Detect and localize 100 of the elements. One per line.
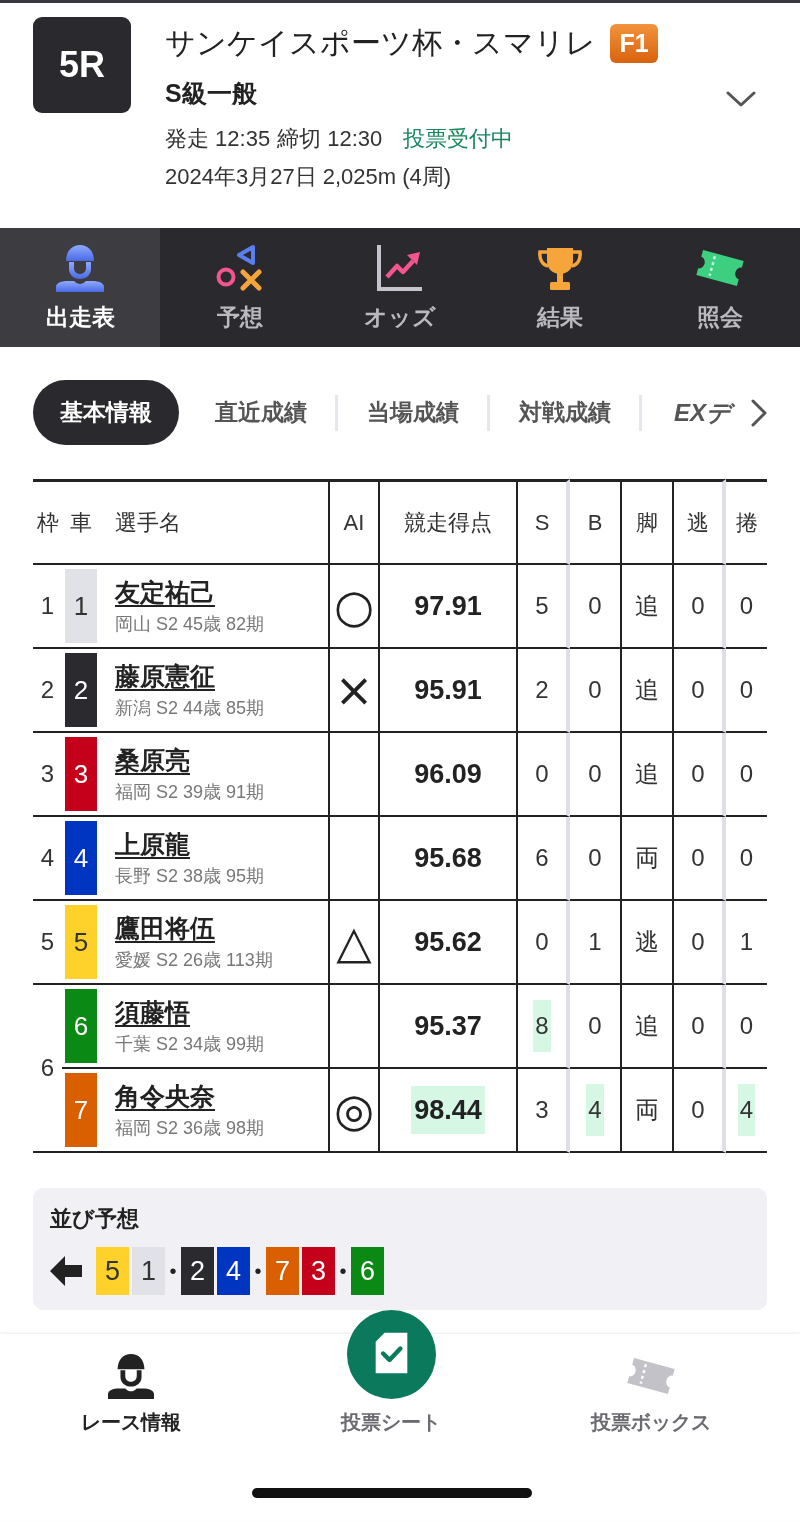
leg-style: 逃 — [634, 927, 660, 957]
frame-number: 3 — [40, 760, 55, 787]
ticket-icon — [696, 249, 744, 287]
car-number-tile: 1 — [65, 569, 97, 643]
stat-value: 0 — [690, 927, 706, 957]
arrow-left-icon — [50, 1256, 82, 1286]
stat-value: 3 — [534, 1095, 550, 1125]
car-number-tile: 1 — [132, 1247, 165, 1295]
separator-dot: • — [253, 1259, 263, 1283]
race-number-badge: 5R — [33, 17, 131, 113]
car-number-tile: 5 — [96, 1247, 129, 1295]
stat-value: 0 — [738, 843, 755, 873]
stat-value: 0 — [690, 1095, 706, 1125]
car-number-tile: 4 — [65, 821, 97, 895]
column-header: 選手名 — [100, 479, 330, 565]
score-value: 96.09 — [413, 758, 483, 791]
rider-name-link[interactable]: 角令央奈 — [115, 1079, 328, 1113]
ai-mark: ○ — [333, 583, 375, 629]
line-chart-icon — [375, 244, 425, 292]
rider-name-link[interactable]: 鷹田将伍 — [115, 911, 328, 945]
car-number-tile: 2 — [65, 653, 97, 727]
rider-info: 岡山 S2 45歳 82期 — [115, 613, 266, 636]
bottom-nav-item[interactable]: 投票ボックス — [591, 1352, 711, 1436]
rider-info: 千葉 S2 34歳 99期 — [115, 1033, 266, 1056]
sub-tab[interactable]: 対戦成績 — [490, 392, 639, 433]
race-class: S級一般 — [165, 78, 258, 109]
frame-number: 5 — [40, 928, 55, 955]
column-header: 逃 — [674, 479, 726, 565]
score-value: 95.37 — [413, 1010, 483, 1043]
car-number-tile: 6 — [65, 989, 97, 1063]
stat-value: 0 — [738, 591, 755, 621]
stat-value: 0 — [587, 675, 603, 705]
rider-name-link[interactable]: 桑原亮 — [115, 743, 328, 777]
bottom-nav-item[interactable]: 投票シート — [341, 1310, 441, 1436]
stat-value: 0 — [738, 675, 755, 705]
stat-value: 0 — [690, 675, 706, 705]
leg-style: 追 — [634, 591, 660, 621]
stat-value: 0 — [690, 759, 706, 789]
betting-status: 投票受付中 — [403, 125, 514, 153]
rider-info: 新潟 S2 44歳 85期 — [115, 697, 266, 720]
car-number-tile: 6 — [351, 1247, 384, 1295]
ai-mark: × — [334, 667, 374, 713]
score-value: 95.62 — [413, 926, 483, 959]
rider-name-link[interactable]: 須藤悟 — [115, 995, 328, 1029]
frame-number: 4 — [40, 844, 55, 871]
sub-tab[interactable]: 基本情報 — [33, 380, 179, 445]
stat-value: 4 — [737, 1084, 756, 1136]
rider-info: 愛媛 S2 26歳 113期 — [115, 949, 274, 972]
ticket-icon — [627, 1356, 675, 1395]
column-header: S — [518, 479, 570, 565]
nav-tab[interactable]: 出走表 — [0, 228, 160, 347]
frame-number: 2 — [40, 676, 55, 703]
leg-style: 追 — [634, 1011, 660, 1041]
column-header: 捲 — [726, 479, 767, 565]
separator-dot: • — [168, 1259, 178, 1283]
leg-style: 追 — [634, 759, 660, 789]
score-value: 95.91 — [413, 674, 483, 707]
rider-name-link[interactable]: 友定祐己 — [115, 575, 328, 609]
helmet-person-icon — [55, 244, 105, 292]
score-value: 98.44 — [411, 1086, 485, 1134]
start-time: 発走 12:35 — [165, 125, 271, 153]
stat-value: 0 — [690, 1011, 706, 1041]
stat-value: 0 — [587, 591, 603, 621]
rider-name-link[interactable]: 上原龍 — [115, 827, 328, 861]
stat-value: 2 — [534, 675, 550, 705]
race-title: サンケイスポーツ杯・スマリレ — [165, 25, 596, 61]
car-number-tile: 4 — [217, 1247, 250, 1295]
stat-value: 6 — [534, 843, 550, 873]
rider-info: 福岡 S2 36歳 98期 — [115, 1117, 266, 1140]
column-header: 枠 — [33, 479, 62, 565]
stat-value: 0 — [738, 759, 755, 789]
chevron-down-icon[interactable] — [726, 90, 756, 108]
leg-style: 両 — [634, 843, 660, 873]
trophy-icon — [538, 246, 582, 290]
bottom-nav-item[interactable]: レース情報 — [81, 1352, 181, 1436]
rider-info: 長野 S2 38歳 95期 — [115, 865, 266, 888]
car-number-tile: 7 — [266, 1247, 299, 1295]
ai-mark: ◎ — [333, 1087, 375, 1133]
stat-value: 0 — [534, 759, 550, 789]
panel-title: 並び予想 — [50, 1205, 140, 1233]
car-number-tile: 3 — [302, 1247, 335, 1295]
rider-name-link[interactable]: 藤原憲征 — [115, 659, 328, 693]
stat-value: 1 — [587, 927, 603, 957]
stat-value: 1 — [738, 927, 755, 957]
chevron-right-icon[interactable] — [750, 398, 768, 427]
stat-value: 4 — [586, 1084, 604, 1136]
column-header: 車 — [62, 479, 100, 565]
stat-value: 0 — [587, 759, 603, 789]
leg-style: 追 — [634, 675, 660, 705]
leg-style: 両 — [634, 1095, 660, 1125]
sub-tab[interactable]: 直近成績 — [186, 392, 335, 433]
sub-tab[interactable]: 当場成績 — [338, 392, 487, 433]
car-number-tile: 7 — [65, 1073, 97, 1147]
sub-tab[interactable]: EXデ — [642, 392, 737, 433]
column-header: 脚 — [622, 479, 674, 565]
stat-value: 0 — [587, 1011, 603, 1041]
grade-badge: F1 — [610, 24, 658, 63]
car-number-tile: 2 — [181, 1247, 214, 1295]
frame-number: 6 — [40, 1054, 55, 1081]
stat-value: 8 — [533, 1000, 551, 1052]
